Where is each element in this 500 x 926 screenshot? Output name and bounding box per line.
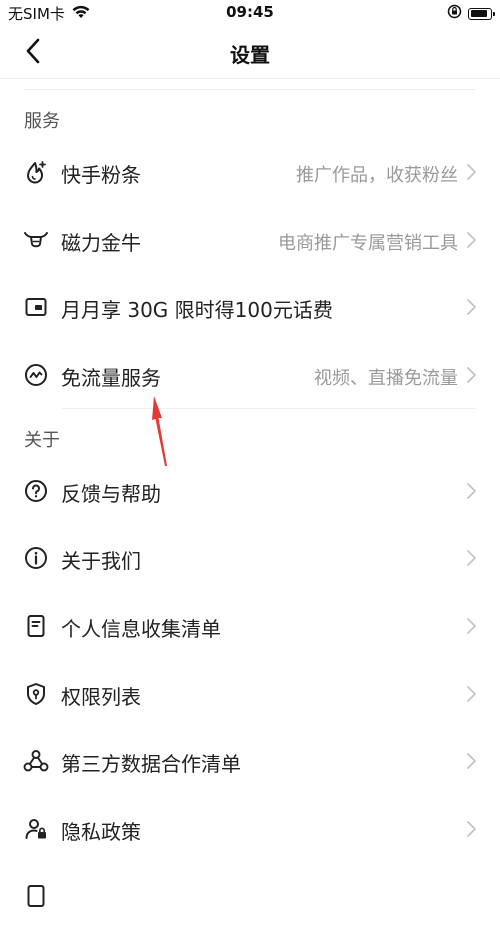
chevron-right-icon bbox=[467, 232, 476, 248]
sim-card-icon bbox=[22, 293, 50, 321]
chevron-right-icon bbox=[467, 550, 476, 566]
chevron-right-icon bbox=[467, 618, 476, 634]
network-icon bbox=[22, 747, 50, 775]
row-free-data-service[interactable]: 免流量服务 视频、直播免流量 bbox=[0, 345, 500, 405]
row-label: 磁力金牛 bbox=[61, 231, 141, 255]
section-header-services: 服务 bbox=[24, 111, 60, 132]
status-time: 09:45 bbox=[226, 3, 274, 21]
document-icon bbox=[22, 612, 50, 640]
status-right bbox=[447, 4, 495, 23]
user-lock-icon bbox=[22, 815, 50, 843]
row-label: 权限列表 bbox=[61, 685, 141, 709]
row-subtitle: 电商推广专属营销工具 bbox=[278, 233, 458, 254]
row-third-party-data-list[interactable]: 第三方数据合作清单 bbox=[0, 731, 500, 791]
chevron-right-icon bbox=[467, 164, 476, 180]
info-icon bbox=[22, 544, 50, 572]
row-cili-jinniu[interactable]: 磁力金牛 电商推广专属营销工具 bbox=[0, 210, 500, 270]
row-label: 隐私政策 bbox=[61, 820, 141, 844]
orientation-lock-icon bbox=[447, 4, 462, 23]
shield-key-icon bbox=[22, 680, 50, 708]
row-kuaishou-fentiao[interactable]: 快手粉条 推广作品，收获粉丝 bbox=[0, 142, 500, 202]
section-header-about: 关于 bbox=[24, 430, 60, 451]
chevron-right-icon bbox=[467, 686, 476, 702]
chevron-right-icon bbox=[467, 821, 476, 837]
chevron-right-icon bbox=[467, 299, 476, 315]
battery-fill bbox=[470, 10, 488, 17]
row-subtitle: 视频、直播免流量 bbox=[314, 368, 458, 389]
chevron-right-icon bbox=[467, 367, 476, 383]
row-label: 关于我们 bbox=[61, 549, 141, 573]
row-label: 免流量服务 bbox=[61, 366, 161, 390]
row-monthly-data[interactable]: 月月享 30G 限时得100元话费 bbox=[0, 277, 500, 337]
data-wave-icon bbox=[22, 361, 50, 389]
annotation-arrow bbox=[152, 396, 167, 466]
page-title: 设置 bbox=[230, 43, 270, 67]
row-label: 反馈与帮助 bbox=[61, 482, 161, 506]
row-label: 个人信息收集清单 bbox=[61, 617, 221, 641]
row-label: 第三方数据合作清单 bbox=[61, 752, 241, 776]
chevron-right-icon bbox=[467, 753, 476, 769]
row-feedback-help[interactable]: 反馈与帮助 bbox=[0, 461, 500, 521]
row-label: 月月享 30G 限时得100元话费 bbox=[61, 298, 333, 322]
bull-icon bbox=[22, 226, 50, 254]
status-bar: 无SIM卡 09:45 bbox=[0, 0, 500, 26]
row-label: 快手粉条 bbox=[61, 163, 141, 187]
divider bbox=[24, 89, 476, 90]
nav-bar: 设置 bbox=[0, 26, 500, 78]
row-privacy-policy[interactable]: 隐私政策 bbox=[0, 799, 500, 859]
row-permission-list[interactable]: 权限列表 bbox=[0, 664, 500, 724]
chevron-right-icon bbox=[467, 483, 476, 499]
fire-drop-icon bbox=[22, 158, 50, 186]
section-divider bbox=[62, 408, 476, 409]
battery-icon bbox=[468, 7, 495, 20]
nav-divider bbox=[0, 78, 500, 79]
row-personal-info-list[interactable]: 个人信息收集清单 bbox=[0, 596, 500, 656]
row-partial[interactable] bbox=[0, 866, 500, 926]
question-icon bbox=[22, 477, 50, 505]
row-about-us[interactable]: 关于我们 bbox=[0, 528, 500, 588]
row-subtitle: 推广作品，收获粉丝 bbox=[296, 165, 458, 186]
document-icon bbox=[22, 882, 50, 910]
